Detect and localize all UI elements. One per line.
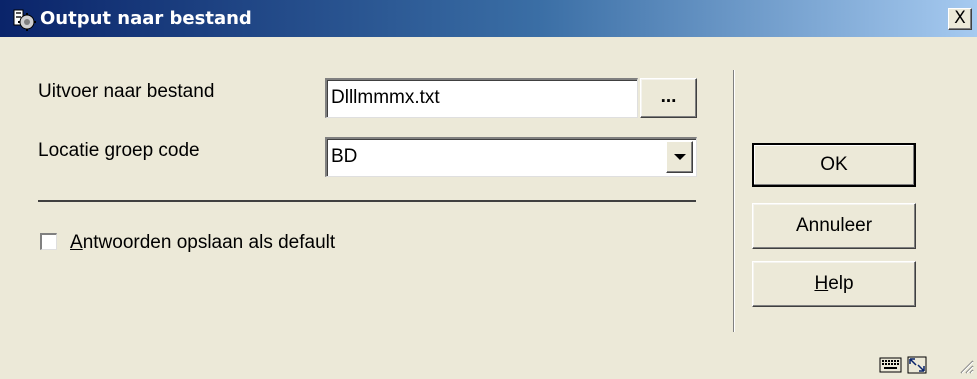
location-group-select[interactable]: BD bbox=[325, 137, 697, 177]
save-default-label[interactable]: Antwoorden opslaan als default bbox=[70, 232, 335, 254]
cancel-button[interactable]: Annuleer bbox=[752, 203, 916, 249]
close-button[interactable]: X bbox=[948, 8, 972, 30]
vertical-divider bbox=[733, 70, 735, 332]
dialog-window: Output naar bestand X Uitvoer naar besta… bbox=[0, 0, 977, 378]
output-file-label: Uitvoer naar bestand bbox=[38, 81, 215, 102]
help-mnemonic: H bbox=[814, 273, 829, 294]
title-bar[interactable]: Output naar bestand X bbox=[0, 0, 977, 37]
location-group-value: BD bbox=[331, 146, 358, 167]
output-file-input[interactable]: Dlllmmmx.txt bbox=[325, 78, 638, 118]
keyboard-icon[interactable] bbox=[879, 356, 903, 379]
chevron-down-icon bbox=[674, 154, 686, 160]
help-label-text: elp bbox=[828, 273, 854, 294]
save-default-label-text: ntwoorden opslaan als default bbox=[82, 232, 336, 253]
resize-icon[interactable] bbox=[907, 356, 927, 379]
window-title: Output naar bestand bbox=[40, 8, 252, 29]
save-default-checkbox[interactable] bbox=[40, 233, 57, 250]
browse-button[interactable]: ... bbox=[640, 78, 697, 118]
size-grip-icon[interactable] bbox=[956, 356, 974, 374]
horizontal-divider bbox=[38, 200, 696, 202]
app-icon bbox=[12, 7, 36, 31]
dropdown-button[interactable] bbox=[666, 141, 693, 173]
close-icon: X bbox=[954, 8, 966, 28]
location-group-label: Locatie groep code bbox=[38, 140, 200, 161]
ok-button[interactable]: OK bbox=[752, 143, 916, 187]
save-default-mnemonic: A bbox=[70, 232, 83, 253]
help-button[interactable]: Help bbox=[752, 261, 916, 307]
